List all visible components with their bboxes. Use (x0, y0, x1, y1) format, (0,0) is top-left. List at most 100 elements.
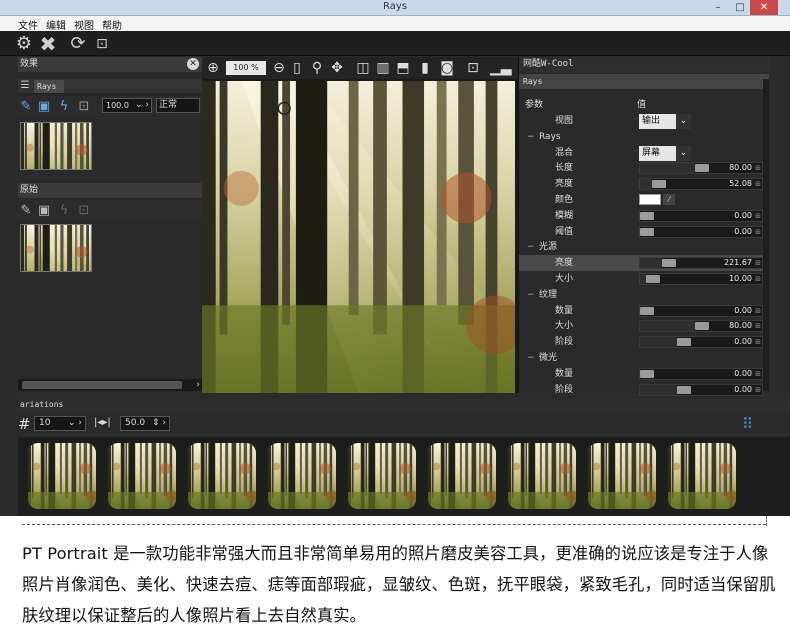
layer-thumbnail-original[interactable] (20, 224, 92, 272)
param-slider[interactable]: 80.00 ⊞ (639, 320, 763, 333)
chevron-down-icon[interactable]: ⌄ (676, 145, 691, 161)
param-slider[interactable]: 0.00 ⊞ (639, 336, 763, 349)
param-slider[interactable]: 0.00 ⊞ (639, 367, 763, 380)
fit-window-icon[interactable]: ▯ (288, 60, 306, 76)
mask-icon[interactable]: ⊡ (76, 99, 92, 114)
param-row[interactable]: 大小 10.00 ⊞ (519, 271, 769, 287)
param-slider[interactable]: 0.00 ⊞ (639, 304, 763, 317)
param-row[interactable]: 数量 0.00 ⊞ (519, 366, 769, 382)
pan-icon[interactable]: ✥ (328, 60, 346, 76)
param-row[interactable]: 混合 屏幕 ⌄ (519, 145, 769, 161)
reset-icon[interactable]: ⊞ (755, 179, 761, 189)
param-row[interactable]: 模糊 0.00 ⊞ (519, 208, 769, 224)
forest-photo[interactable] (202, 81, 515, 393)
slider-knob[interactable] (640, 211, 654, 220)
frame-icon[interactable]: ⊡ (464, 60, 482, 76)
param-dropdown[interactable]: 屏幕 ⌄ (639, 145, 691, 161)
eyedropper-icon[interactable]: ⁄ (663, 194, 675, 205)
fit-screen-icon[interactable]: ⊡ (92, 34, 112, 54)
param-slider[interactable]: 221.67 ⊞ (639, 257, 763, 270)
zoom-out-icon[interactable]: ⊖ (270, 60, 288, 76)
slider-knob[interactable] (640, 306, 654, 315)
reset-icon[interactable]: ⊞ (755, 211, 761, 221)
variation-thumbnail[interactable] (588, 443, 656, 509)
param-dropdown[interactable]: 输出 ⌄ (639, 114, 691, 129)
menu-help[interactable]: 帮助 (98, 16, 126, 32)
maximize-icon[interactable]: □ (728, 0, 752, 15)
image-viewer[interactable] (202, 79, 518, 393)
variation-thumbnail[interactable] (28, 443, 96, 509)
single-view-icon[interactable]: ▮ (416, 60, 434, 76)
monitor-icon[interactable]: ▣ (36, 99, 52, 114)
scrollbar-thumb[interactable] (22, 381, 182, 389)
opacity-stepper-icon[interactable]: ⌄ › (135, 99, 149, 112)
edit-layer-icon[interactable]: ✎ (18, 99, 34, 114)
slider-knob[interactable] (646, 275, 661, 283)
param-row[interactable]: − Rays (519, 129, 769, 145)
param-row[interactable]: − 光源 (519, 239, 769, 255)
close-window-icon[interactable]: ✕ (750, 0, 778, 15)
camera-icon[interactable]: ◙ (438, 60, 456, 76)
reset-icon[interactable]: ⊞ (755, 385, 761, 395)
slider-knob[interactable] (661, 259, 676, 268)
histogram-icon[interactable]: ▁▃ (490, 60, 512, 76)
effects-scrollbar[interactable]: › (18, 379, 202, 391)
tab-rays[interactable]: Rays (34, 80, 65, 93)
slider-knob[interactable] (676, 385, 691, 394)
variation-count-field[interactable]: 10 ⌄ › (34, 416, 86, 431)
param-slider[interactable]: 52.08 ⊞ (639, 178, 763, 191)
variation-thumbnail[interactable] (108, 443, 176, 509)
split-vertical-icon[interactable]: ◫ (354, 60, 372, 76)
param-row[interactable]: − 纹理 (519, 287, 769, 303)
variation-thumbnail[interactable] (188, 443, 256, 509)
reset-icon[interactable]: ⊞ (755, 227, 761, 237)
param-slider[interactable]: 10.00 ⊞ (639, 273, 763, 285)
scroll-right-icon[interactable]: › (196, 379, 200, 391)
menu-view[interactable]: 视图 (70, 16, 98, 32)
variation-thumbnail[interactable] (668, 443, 736, 509)
layer-thumbnail-rays[interactable] (20, 122, 92, 170)
param-row[interactable]: 阈值 0.00 ⊞ (519, 224, 769, 240)
param-row[interactable]: − 微光 (519, 350, 769, 366)
split-compare-icon[interactable]: ▥ (374, 60, 392, 76)
param-row[interactable]: 亮度 52.08 ⊞ (519, 176, 769, 192)
slider-knob[interactable] (652, 180, 667, 189)
param-slider[interactable]: 0.00 ⊞ (639, 209, 763, 222)
spread-field[interactable]: 50.0 ⇕ › (120, 416, 170, 431)
slider-knob[interactable] (694, 164, 709, 173)
parameters-scrollbar[interactable] (763, 79, 769, 391)
param-row[interactable]: 亮度 221.67 ⊞ (519, 255, 769, 272)
reset-icon[interactable]: ⊞ (755, 274, 761, 284)
collapse-icon[interactable]: − (527, 129, 537, 145)
param-slider[interactable]: 0.00 ⊞ (639, 225, 763, 238)
param-row[interactable]: 数量 0.00 ⊞ (519, 303, 769, 319)
collapse-icon[interactable]: − (527, 287, 537, 303)
magnifier-icon[interactable]: ⚲ (308, 60, 326, 76)
split-horizontal-icon[interactable]: ⬒ (394, 60, 412, 76)
collapse-icon[interactable]: − (527, 239, 537, 255)
param-row[interactable]: 大小 80.00 ⊞ (519, 318, 769, 334)
collapse-icon[interactable]: − (527, 350, 537, 366)
count-stepper-icon[interactable]: ⌄ › (68, 417, 82, 430)
panel-close-icon[interactable]: ✕ (187, 58, 199, 70)
variation-thumbnail[interactable] (348, 443, 416, 509)
reset-icon[interactable]: ⊞ (755, 163, 761, 173)
slider-knob[interactable] (694, 322, 709, 331)
monitor-icon[interactable]: ▣ (36, 203, 52, 218)
grid-view-icon[interactable]: ⠿ (742, 416, 758, 432)
param-slider[interactable]: 80.00 ⊞ (639, 162, 763, 175)
gear-icon[interactable]: ⚙ (14, 34, 34, 54)
menu-edit[interactable]: 编辑 (42, 16, 70, 32)
param-slider[interactable]: 0.00 ⊞ (639, 383, 763, 396)
opacity-field[interactable]: 100.0 ⌄ › (102, 98, 152, 113)
menu-file[interactable]: 文件 (0, 16, 42, 32)
lightning-icon[interactable]: ϟ (56, 99, 72, 114)
color-swatch[interactable] (639, 194, 661, 205)
param-row[interactable]: 阶段 0.00 ⊞ (519, 382, 769, 398)
reset-icon[interactable]: ⊞ (755, 321, 761, 331)
param-row[interactable]: 长度 80.00 ⊞ (519, 160, 769, 176)
slider-knob[interactable] (676, 338, 691, 347)
layer-menu-icon[interactable]: ☰ (19, 80, 31, 92)
zoom-level-field[interactable]: 100 % (226, 61, 266, 75)
param-row[interactable]: 颜色 ⁄ (519, 192, 769, 208)
